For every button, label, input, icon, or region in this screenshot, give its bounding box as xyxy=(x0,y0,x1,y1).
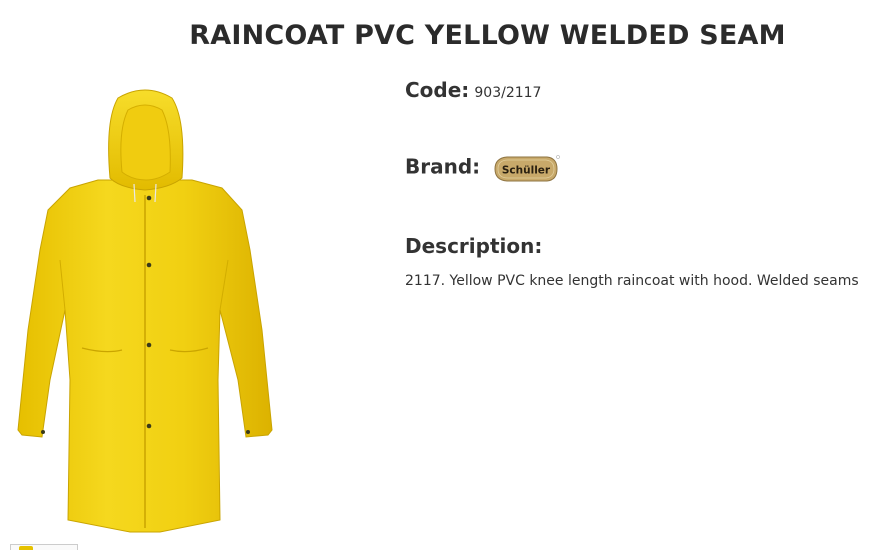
description-label-row: Description: xyxy=(405,234,542,258)
description-label: Description: xyxy=(405,234,543,258)
code-label: Code: xyxy=(405,78,470,102)
page-title: RAINCOAT PVC YELLOW WELDED SEAM xyxy=(189,20,786,52)
brand-logo[interactable]: Schüller xyxy=(491,152,561,186)
product-image[interactable] xyxy=(10,80,280,538)
schuller-logo-icon: Schüller xyxy=(494,155,561,182)
brand-label: Brand: xyxy=(405,154,481,179)
description-text: 2117. Yellow PVC knee length raincoat wi… xyxy=(405,273,859,289)
product-page: RAINCOAT PVC YELLOW WELDED SEAM Code: 90… xyxy=(0,0,887,550)
brand-row: Brand: Schüller xyxy=(405,152,561,186)
description-text-row: 2117. Yellow PVC knee length raincoat wi… xyxy=(405,270,859,289)
code-row: Code: 903/2117 xyxy=(405,78,541,102)
raincoat-illustration xyxy=(17,89,273,533)
brand-logo-text: Schüller xyxy=(502,165,551,177)
image-thumbnail[interactable] xyxy=(10,544,78,550)
code-value: 903/2117 xyxy=(474,85,542,101)
